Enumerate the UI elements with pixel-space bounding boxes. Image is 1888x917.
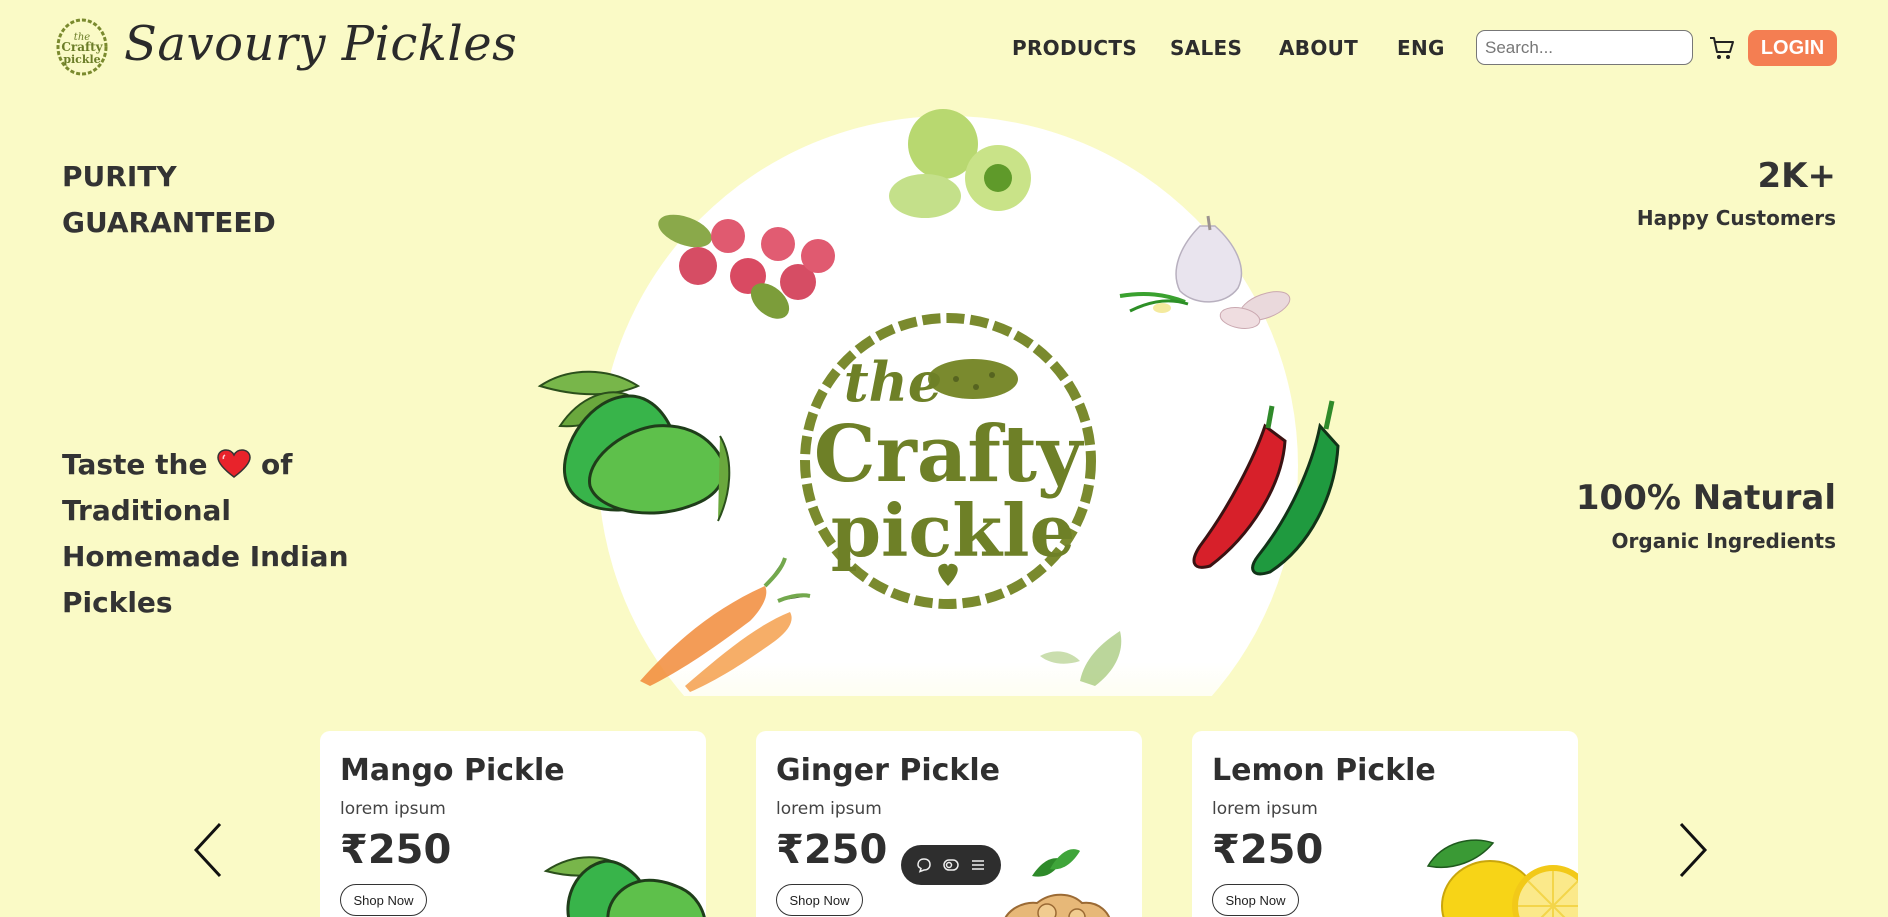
svg-text:the: the: [844, 350, 943, 414]
eye-icon[interactable]: [942, 856, 960, 874]
stat-natural-value: 100% Natural: [1575, 478, 1836, 518]
chevron-right-icon[interactable]: [1675, 820, 1711, 880]
stat-customers-label: Happy Customers: [1636, 206, 1836, 230]
product-price: ₹250: [340, 827, 452, 873]
heart-icon: [217, 449, 251, 478]
svg-text:Crafty: Crafty: [814, 409, 1085, 500]
stat-customers-value: 2K+: [1757, 156, 1837, 196]
lemon-icon: [1426, 839, 1578, 917]
product-price: ₹250: [1212, 827, 1324, 873]
product-card-ginger[interactable]: Ginger Pickle lorem ipsum ₹250 Shop Now: [756, 731, 1142, 917]
hero-illustration: the Crafty pickle: [537, 109, 1340, 696]
comment-icon[interactable]: [915, 856, 933, 874]
nav-products[interactable]: PRODUCTS: [1012, 36, 1137, 60]
purity-heading: PURITY GUARANTEED: [62, 160, 276, 239]
nav-sales[interactable]: SALES: [1170, 36, 1242, 60]
crafty-pickle-logo: the Crafty pickle: [800, 313, 1096, 609]
product-card-mango[interactable]: Mango Pickle lorem ipsum ₹250 Shop Now: [320, 731, 706, 917]
product-desc: lorem ipsum: [1212, 799, 1318, 819]
chevron-left-icon[interactable]: [190, 820, 226, 880]
product-name: Mango Pickle: [340, 753, 565, 788]
cart-icon[interactable]: [1708, 34, 1736, 62]
svg-text:pickle: pickle: [63, 53, 100, 66]
svg-text:pickle: pickle: [831, 488, 1076, 573]
nav-language[interactable]: ENG: [1397, 36, 1445, 60]
product-desc: lorem ipsum: [776, 799, 882, 819]
product-name: Ginger Pickle: [776, 753, 1000, 788]
svg-text:Crafty: Crafty: [61, 40, 103, 54]
mango-icon: [543, 856, 706, 917]
product-desc: lorem ipsum: [340, 799, 446, 819]
nav-about[interactable]: ABOUT: [1279, 36, 1358, 60]
shop-now-button[interactable]: Shop Now: [340, 884, 427, 916]
product-card-lemon[interactable]: Lemon Pickle lorem ipsum ₹250 Shop Now: [1192, 731, 1578, 917]
login-button[interactable]: LOGIN: [1748, 30, 1837, 66]
hero-tagline: Taste the of Traditional Homemade Indian…: [62, 442, 392, 626]
menu-icon[interactable]: [969, 856, 987, 874]
product-name: Lemon Pickle: [1212, 753, 1436, 788]
search-input[interactable]: [1476, 30, 1693, 65]
shop-now-button[interactable]: Shop Now: [776, 884, 863, 916]
tagline-part1: Taste the: [62, 448, 208, 481]
brand-name[interactable]: Savoury Pickles: [124, 16, 517, 72]
header: the Crafty pickle Savoury Pickles PRODUC…: [0, 0, 1888, 96]
product-price: ₹250: [776, 827, 888, 873]
stat-natural-label: Organic Ingredients: [1611, 529, 1836, 553]
floating-toolbar: [901, 845, 1001, 885]
shop-now-button[interactable]: Shop Now: [1212, 884, 1299, 916]
brand-logo-icon[interactable]: the Crafty pickle: [56, 18, 108, 76]
